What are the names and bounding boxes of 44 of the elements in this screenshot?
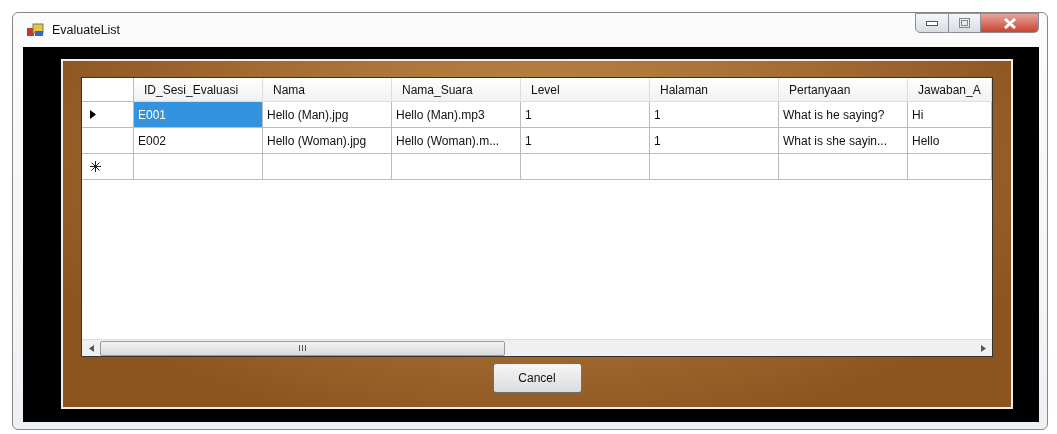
table-cell[interactable]: Hello (Woman).jpg (263, 128, 392, 154)
window-title: EvaluateList (52, 21, 121, 39)
table-cell[interactable]: 1 (650, 102, 779, 128)
grip-icon (299, 345, 306, 351)
close-icon (1002, 17, 1017, 29)
table-cell[interactable]: E002 (134, 128, 263, 154)
table-cell[interactable]: Hi (908, 102, 992, 128)
table-cell[interactable]: Hello (Man).jpg (263, 102, 392, 128)
scroll-right-icon[interactable] (980, 344, 986, 352)
table-cell[interactable] (263, 154, 392, 180)
table-cell[interactable]: Hello (Woman).m... (392, 128, 521, 154)
row-header[interactable] (82, 154, 134, 180)
corner-header-cell[interactable] (82, 78, 134, 102)
table-cell[interactable] (779, 154, 908, 180)
table-cell[interactable] (134, 154, 263, 180)
minimize-button[interactable] (915, 13, 949, 33)
table-cell[interactable]: 1 (650, 128, 779, 154)
column-header[interactable]: Nama (263, 78, 392, 102)
column-header[interactable]: Jawaban_A (908, 78, 992, 102)
table-cell[interactable]: What is she sayin... (779, 128, 908, 154)
table-cell[interactable]: Hello (Man).mp3 (392, 102, 521, 128)
table-cell[interactable] (521, 154, 650, 180)
table-cell[interactable] (908, 154, 992, 180)
table-cell[interactable] (392, 154, 521, 180)
horizontal-scrollbar[interactable] (82, 339, 992, 356)
column-header[interactable]: Halaman (650, 78, 779, 102)
column-header[interactable]: Pertanyaan (779, 78, 908, 102)
maximize-button[interactable] (949, 13, 981, 33)
app-icon (26, 22, 44, 38)
minimize-icon (926, 20, 938, 26)
row-header[interactable] (82, 102, 134, 128)
table-cell[interactable]: What is he saying? (779, 102, 908, 128)
table-cell[interactable]: Hello (908, 128, 992, 154)
cancel-button[interactable]: Cancel (492, 363, 582, 393)
table-cell[interactable]: 1 (521, 102, 650, 128)
scroll-left-icon[interactable] (88, 344, 94, 352)
table-cell[interactable] (650, 154, 779, 180)
column-header[interactable]: Level (521, 78, 650, 102)
new-row-icon (90, 161, 101, 172)
table-cell[interactable]: 1 (521, 128, 650, 154)
column-header[interactable]: Nama_Suara (392, 78, 521, 102)
maximize-icon (959, 18, 970, 28)
scrollbar-thumb[interactable] (100, 340, 505, 356)
close-button[interactable] (981, 13, 1039, 33)
